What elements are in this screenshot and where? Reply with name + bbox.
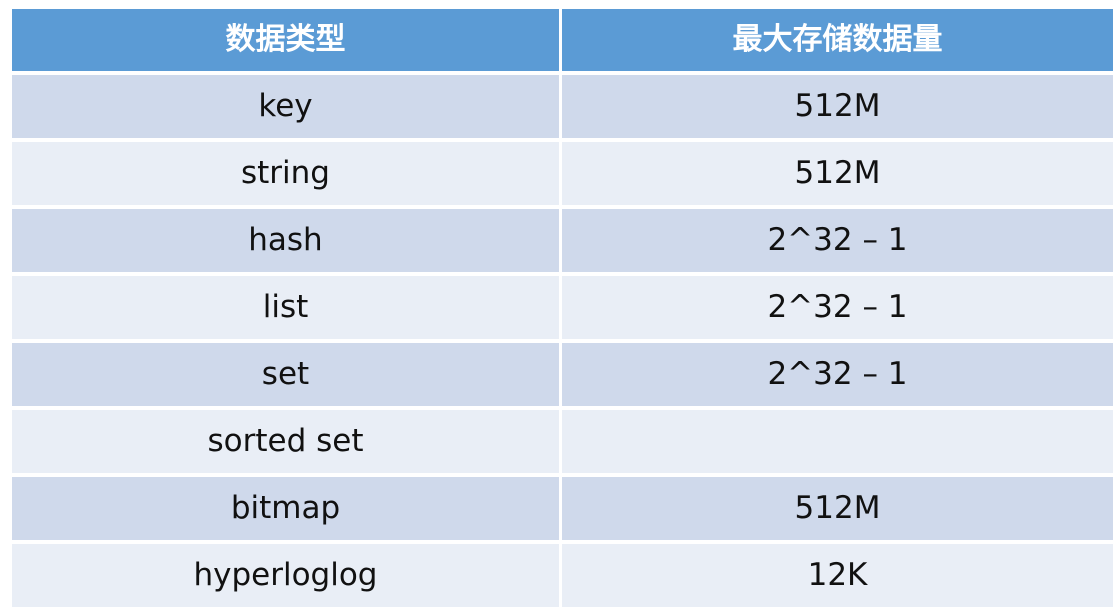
table-row-sorted-set-max (562, 410, 1113, 473)
table-row-set-max: 2^32 – 1 (562, 343, 1113, 406)
table-row-hyperloglog-max: 12K (562, 544, 1113, 607)
table-row-hyperloglog-type: hyperloglog (12, 544, 559, 607)
table-row-list-type: list (12, 276, 559, 339)
table-row-bitmap-type: bitmap (12, 477, 559, 540)
data-type-table: 数据类型 最大存储数据量 key 512M string 512M hash 2… (12, 9, 1113, 611)
table-row-sorted-set-type: sorted set (12, 410, 559, 473)
table-row-hash-max: 2^32 – 1 (562, 209, 1113, 272)
table-row-key-type: key (12, 75, 559, 138)
table-row-string-type: string (12, 142, 559, 205)
table-row-key-max: 512M (562, 75, 1113, 138)
table-row-string-max: 512M (562, 142, 1113, 205)
table-row-list-max: 2^32 – 1 (562, 276, 1113, 339)
header-max-storage: 最大存储数据量 (562, 9, 1113, 71)
table-row-set-type: set (12, 343, 559, 406)
table-row-bitmap-max: 512M (562, 477, 1113, 540)
header-data-type: 数据类型 (12, 9, 559, 71)
table-row-hash-type: hash (12, 209, 559, 272)
